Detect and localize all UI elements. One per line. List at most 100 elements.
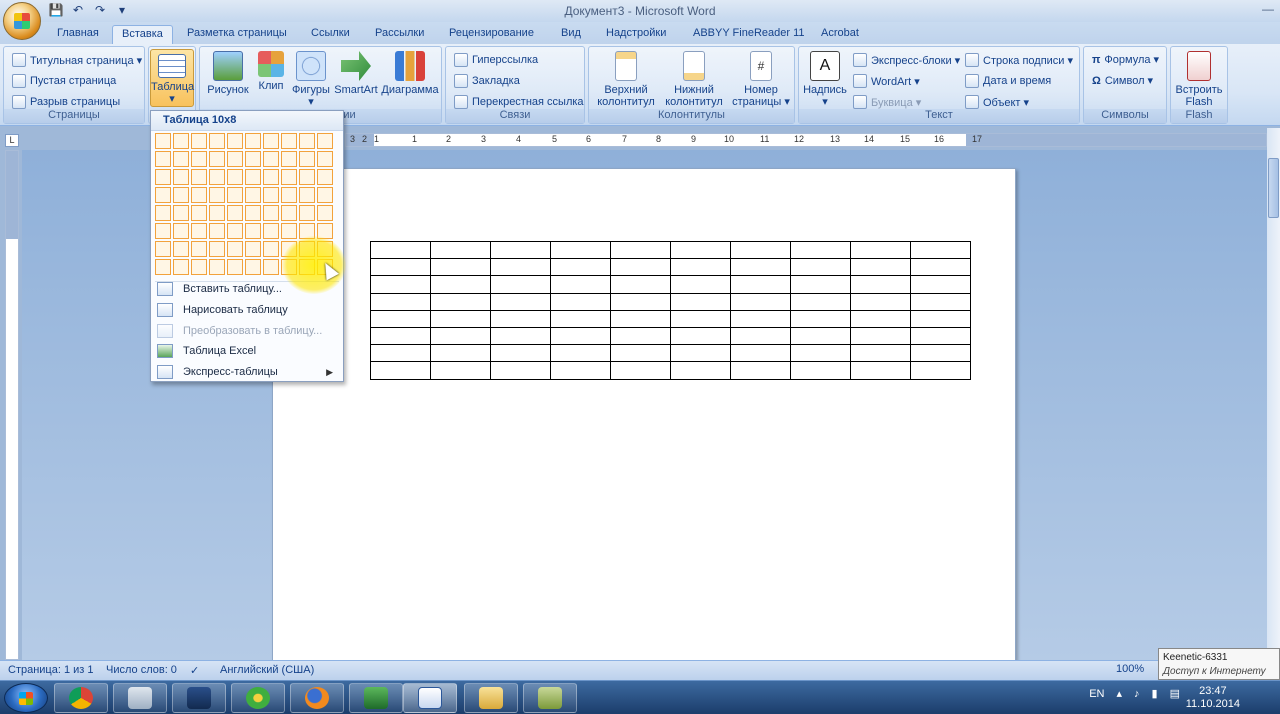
hyperlink-button[interactable]: Гиперссылка (454, 53, 538, 67)
power-icon[interactable]: ▮ (1152, 687, 1158, 700)
taskbar-explorer[interactable] (464, 683, 518, 713)
table-cell[interactable] (790, 258, 851, 277)
equation-button[interactable]: π Формула ▾ (1092, 53, 1159, 67)
grid-cell[interactable] (245, 133, 261, 149)
grid-cell[interactable] (173, 205, 189, 221)
table-cell[interactable] (490, 292, 551, 311)
table-cell[interactable] (730, 275, 791, 294)
table-cell[interactable] (430, 344, 491, 363)
table-cell[interactable] (670, 326, 731, 346)
taskbar-computer[interactable] (172, 683, 226, 713)
table-cell[interactable] (490, 326, 551, 346)
table-cell[interactable] (910, 258, 971, 277)
office-button[interactable] (3, 2, 41, 40)
grid-cell[interactable] (155, 205, 171, 221)
shapes-button[interactable]: Фигуры ▾ (290, 51, 332, 108)
table-cell[interactable] (430, 275, 491, 294)
tab-abbyy[interactable]: ABBYY FineReader 11 (684, 25, 814, 44)
proofing-icon[interactable]: ✓ (190, 664, 199, 677)
drop-cap-button[interactable]: Буквица ▾ (853, 95, 921, 109)
grid-cell[interactable] (263, 259, 279, 275)
tab-page-layout[interactable]: Разметка страницы (178, 25, 296, 44)
grid-cell[interactable] (281, 205, 297, 221)
grid-cell[interactable] (317, 133, 333, 149)
grid-cell[interactable] (263, 187, 279, 203)
grid-cell[interactable] (209, 187, 225, 203)
table-cell[interactable] (910, 275, 971, 294)
grid-cell[interactable] (245, 205, 261, 221)
object-button[interactable]: Объект ▾ (965, 95, 1029, 109)
table-cell[interactable] (670, 309, 731, 328)
table-button[interactable]: Таблица ▾ (150, 49, 194, 107)
table-cell[interactable] (370, 258, 431, 277)
tab-acrobat[interactable]: Acrobat (812, 25, 868, 44)
grid-cell[interactable] (209, 151, 225, 167)
taskbar-app[interactable] (523, 683, 577, 713)
quick-tables-item[interactable]: Экспресс-таблицы ▶ (153, 362, 341, 382)
grid-cell[interactable] (191, 223, 207, 239)
page-count[interactable]: Страница: 1 из 1 (8, 664, 94, 676)
table-cell[interactable] (670, 258, 731, 277)
grid-cell[interactable] (245, 259, 261, 275)
table-cell[interactable] (670, 344, 731, 363)
grid-cell[interactable] (227, 151, 243, 167)
grid-cell[interactable] (245, 187, 261, 203)
taskbar-excel[interactable] (349, 683, 403, 713)
table-cell[interactable] (610, 326, 671, 346)
grid-cell[interactable] (245, 241, 261, 257)
table-cell[interactable] (850, 326, 911, 346)
table-cell[interactable] (850, 309, 911, 328)
symbol-button[interactable]: Ω Символ ▾ (1092, 74, 1153, 88)
grid-cell[interactable] (209, 241, 225, 257)
table-cell[interactable] (430, 361, 491, 380)
grid-cell[interactable] (299, 151, 315, 167)
table-cell[interactable] (910, 326, 971, 346)
table-cell[interactable] (910, 240, 971, 260)
grid-cell[interactable] (191, 151, 207, 167)
table-cell[interactable] (430, 326, 491, 346)
table-cell[interactable] (430, 292, 491, 311)
grid-cell[interactable] (173, 133, 189, 149)
table-cell[interactable] (370, 275, 431, 294)
language-indicator[interactable]: Английский (США) (220, 664, 314, 676)
grid-cell[interactable] (299, 205, 315, 221)
grid-cell[interactable] (173, 241, 189, 257)
grid-cell[interactable] (227, 259, 243, 275)
table-cell[interactable] (730, 326, 791, 346)
smartart-button[interactable]: SmartArt (334, 51, 378, 96)
tab-mailings[interactable]: Рассылки (366, 25, 433, 44)
grid-cell[interactable] (263, 151, 279, 167)
table-cell[interactable] (730, 258, 791, 277)
text-box-button[interactable]: A Надпись ▾ (801, 51, 849, 108)
table-cell[interactable] (790, 344, 851, 363)
table-cell[interactable] (910, 309, 971, 328)
table-cell[interactable] (610, 292, 671, 311)
start-button[interactable] (4, 683, 48, 713)
grid-cell[interactable] (155, 169, 171, 185)
vertical-ruler[interactable] (5, 150, 19, 660)
grid-cell[interactable] (209, 169, 225, 185)
table-cell[interactable] (550, 275, 611, 294)
wordart-button[interactable]: WordArt ▾ (853, 74, 920, 88)
grid-cell[interactable] (191, 169, 207, 185)
grid-cell[interactable] (281, 133, 297, 149)
table-cell[interactable] (370, 292, 431, 311)
table-cell[interactable] (790, 292, 851, 311)
table-cell[interactable] (370, 240, 431, 260)
table-cell[interactable] (490, 344, 551, 363)
tab-selector[interactable]: L (5, 134, 19, 147)
signature-line-button[interactable]: Строка подписи ▾ (965, 53, 1073, 67)
table-cell[interactable] (610, 275, 671, 294)
table-cell[interactable] (550, 309, 611, 328)
tab-home[interactable]: Главная (48, 25, 108, 44)
table-cell[interactable] (550, 361, 611, 380)
grid-cell[interactable] (317, 169, 333, 185)
grid-cell[interactable] (191, 241, 207, 257)
taskbar-firefox[interactable] (290, 683, 344, 713)
grid-cell[interactable] (299, 187, 315, 203)
table-cell[interactable] (490, 258, 551, 277)
page-number-button[interactable]: # Номер страницы ▾ (729, 51, 793, 108)
grid-cell[interactable] (191, 259, 207, 275)
taskbar-icq[interactable] (231, 683, 285, 713)
clock[interactable]: 23:47 11.10.2014 (1186, 685, 1240, 711)
